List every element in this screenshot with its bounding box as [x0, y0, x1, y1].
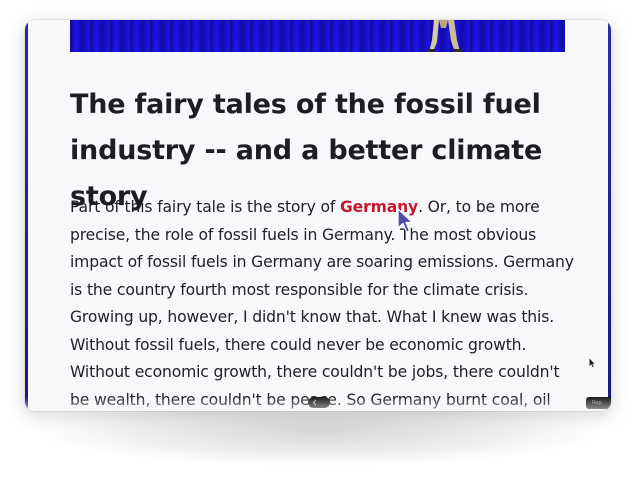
- article-window: The fairy tales of the fossil fuel indus…: [25, 20, 611, 411]
- article-paragraph: Part of this fairy tale is the story of …: [70, 194, 575, 411]
- mini-pointer-icon: [589, 358, 595, 368]
- right-frame-edge: [608, 20, 611, 411]
- speaker-figure-image: [428, 20, 462, 52]
- playback-badge[interactable]: Rep: [586, 397, 611, 409]
- screen: The fairy tales of the fossil fuel indus…: [0, 0, 637, 497]
- pointer-cursor-icon: [397, 208, 414, 233]
- paragraph-text-after-link: . Or, to be more precise, the role of fo…: [70, 198, 574, 409]
- hero-image: [70, 20, 565, 52]
- scrub-handle[interactable]: [308, 397, 330, 408]
- playback-badge-label: Rep: [592, 400, 602, 406]
- left-frame-edge: [25, 20, 28, 411]
- paragraph-text-before-link: Part of this fairy tale is the story of: [70, 198, 340, 216]
- chevron-icon: [312, 399, 317, 406]
